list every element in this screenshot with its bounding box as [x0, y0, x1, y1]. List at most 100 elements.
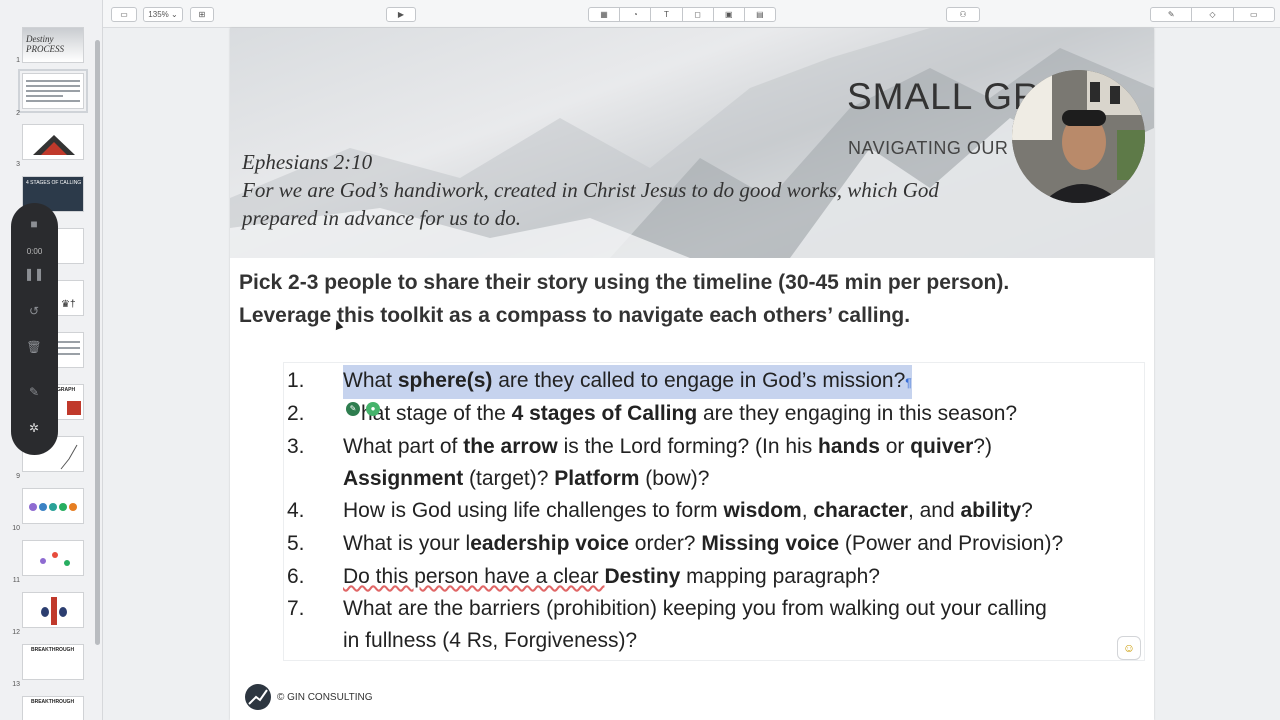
- slide-footer: © GIN CONSULTING: [245, 684, 373, 710]
- document-icon[interactable]: ▭: [1234, 8, 1274, 21]
- question-text[interactable]: How is God using life challenges to form…: [343, 495, 1033, 527]
- question-text[interactable]: What part of the arrow is the Lord formi…: [343, 431, 992, 463]
- text-run-bold: eadership voice: [470, 532, 629, 555]
- text-run: order?: [628, 532, 702, 555]
- question-number: 4.: [287, 499, 305, 522]
- restart-icon: ↺: [28, 304, 40, 318]
- question-text[interactable]: Do this person have a clear Destiny mapp…: [343, 561, 880, 593]
- text-run-bold: 4 stages of Calling: [511, 402, 698, 425]
- chevron-down-icon: ⌄: [171, 10, 178, 19]
- draw-button[interactable]: ✎: [23, 381, 45, 403]
- slide-thumbnail-14[interactable]: BREAKTHROUGH: [22, 696, 84, 720]
- text-run-bold: hands: [818, 435, 880, 458]
- animate-icon[interactable]: ◇: [1192, 8, 1234, 21]
- text-run: is the Lord forming? (In his: [557, 435, 819, 458]
- verse-line: For we are God’s handiwork, created in C…: [242, 178, 939, 202]
- thumbnail-number: 9: [16, 473, 20, 480]
- question-text[interactable]: What is your leadership voice order? Mis…: [343, 528, 1063, 560]
- copyright-text: © GIN CONSULTING: [277, 691, 373, 703]
- play-icon: ▶: [397, 10, 405, 19]
- media-icon[interactable]: ▣: [714, 8, 745, 21]
- shape-icon[interactable]: ◻: [683, 8, 714, 21]
- thumbnail-label: BREAKTHROUGH: [31, 647, 75, 653]
- text-run-bold: Assignment: [343, 467, 464, 490]
- slide-thumbnail-12[interactable]: [22, 592, 84, 628]
- text-run: ?): [973, 435, 992, 458]
- recording-time: 0:00: [26, 247, 43, 256]
- text-cursor: ¶: [905, 376, 912, 390]
- text-run: Do this person have a clear: [343, 565, 605, 588]
- pen-icon: ✎: [28, 385, 40, 399]
- bible-verse: Ephesians 2:10 For we are God’s handiwor…: [242, 148, 939, 232]
- add-slide-icon: ⊞: [198, 10, 206, 19]
- question-number: 6.: [287, 565, 305, 588]
- question-text[interactable]: What sphere(s) are they called to engage…: [343, 365, 912, 399]
- format-icon[interactable]: ✎: [1151, 8, 1193, 21]
- sidebar-toggle-button[interactable]: ▭: [111, 7, 137, 22]
- verse-line: prepared in advance for us to do.: [242, 206, 521, 230]
- presenter-video: [1012, 70, 1145, 203]
- text-run-bold: Missing voice: [701, 532, 840, 555]
- thumbnail-label: BREAKTHROUGH: [31, 699, 75, 705]
- collaborate-button[interactable]: ⚇: [946, 7, 980, 22]
- slide-thumbnail-13[interactable]: BREAKTHROUGH: [22, 644, 84, 680]
- play-button[interactable]: ▶: [386, 7, 416, 22]
- gin-consulting-logo: [245, 684, 271, 710]
- inspector-toolbar-group: ✎ ◇ ▭: [1150, 7, 1275, 22]
- toolbar: ▭ 135% ⌄ ⊞ ▶ ▦ ◔ T ◻ ▣ ▤ ⚇ ✎ ◇ ▭: [103, 0, 1280, 28]
- slide-canvas[interactable]: SMALL GR NAVIGATING OUR C Ephesians 2:10…: [230, 28, 1154, 720]
- webcam-overlay[interactable]: [1012, 70, 1145, 203]
- text-icon[interactable]: T: [651, 8, 683, 21]
- question-number: 7.: [287, 597, 305, 620]
- question-text[interactable]: hat stage of the 4 stages of Calling are…: [361, 398, 1017, 430]
- pin-icon[interactable]: ●: [366, 402, 380, 416]
- pen-icon[interactable]: ✎: [346, 402, 360, 416]
- text-run: ,: [801, 499, 814, 522]
- text-run: What: [343, 369, 398, 392]
- text-run: How is God using life challenges to form: [343, 499, 724, 522]
- text-run: ?: [1021, 499, 1033, 522]
- zoom-select[interactable]: 135% ⌄: [143, 7, 183, 22]
- thumbnail-label: 4 STAGES OF CALLING: [26, 180, 82, 186]
- question-number: 3.: [287, 435, 305, 458]
- question-number: 2.: [287, 402, 305, 425]
- instruction-line: Pick 2-3 people to share their story usi…: [239, 271, 1010, 294]
- thumbnail-scrollbar[interactable]: [95, 40, 100, 645]
- add-slide-button[interactable]: ⊞: [190, 7, 214, 22]
- smiley-icon: ☺: [1122, 641, 1136, 655]
- text-run: (target)?: [463, 467, 555, 490]
- chart-icon[interactable]: ◔: [620, 8, 652, 21]
- thumbnail-label: GRAPH: [57, 387, 76, 393]
- delete-button[interactable]: 🗑: [23, 336, 45, 358]
- text-run: mapping paragraph?: [680, 565, 880, 588]
- slide-thumbnail-10[interactable]: [22, 488, 84, 524]
- effects-button[interactable]: ✲: [23, 417, 45, 439]
- thumbnail-label: Destiny PROCESS: [26, 34, 64, 54]
- comment-icon[interactable]: ▤: [745, 8, 775, 21]
- question-text[interactable]: Assignment (target)? Platform (bow)?: [343, 463, 709, 495]
- slide-thumbnail-3[interactable]: [22, 124, 84, 160]
- restart-button[interactable]: ↺: [23, 300, 45, 322]
- table-icon[interactable]: ▦: [589, 8, 621, 21]
- text-run: are they called to engage in God’s missi…: [492, 369, 906, 392]
- slide-thumbnail-1[interactable]: Destiny PROCESS: [22, 27, 84, 63]
- zoom-value: 135%: [148, 10, 169, 19]
- question-text[interactable]: in fullness (4 Rs, Forgiveness)?: [343, 625, 637, 657]
- text-run-bold: sphere(s): [397, 369, 493, 392]
- collaborate-icon: ⚇: [959, 10, 967, 19]
- text-run-bold: Destiny: [604, 565, 681, 588]
- questions-text-box[interactable]: 1. What sphere(s) are they called to eng…: [283, 362, 1145, 661]
- thumbnail-number: 1: [16, 57, 20, 64]
- question-text[interactable]: What are the barriers (prohibition) keep…: [343, 593, 1047, 625]
- sidebar-toggle-icon: ▭: [120, 10, 128, 19]
- pause-button[interactable]: ❚❚: [23, 263, 45, 285]
- slide-thumbnail-11[interactable]: [22, 540, 84, 576]
- text-run: What is your l: [343, 532, 471, 555]
- stop-recording-button[interactable]: ■: [23, 213, 45, 235]
- pause-icon: ❚❚: [23, 267, 45, 281]
- slide-thumbnail-2[interactable]: [18, 69, 88, 113]
- trash-icon: 🗑: [26, 340, 42, 354]
- text-run-bold: quiver: [910, 435, 974, 458]
- stop-icon: ■: [30, 217, 38, 231]
- emoji-reaction-button[interactable]: ☺: [1117, 636, 1141, 660]
